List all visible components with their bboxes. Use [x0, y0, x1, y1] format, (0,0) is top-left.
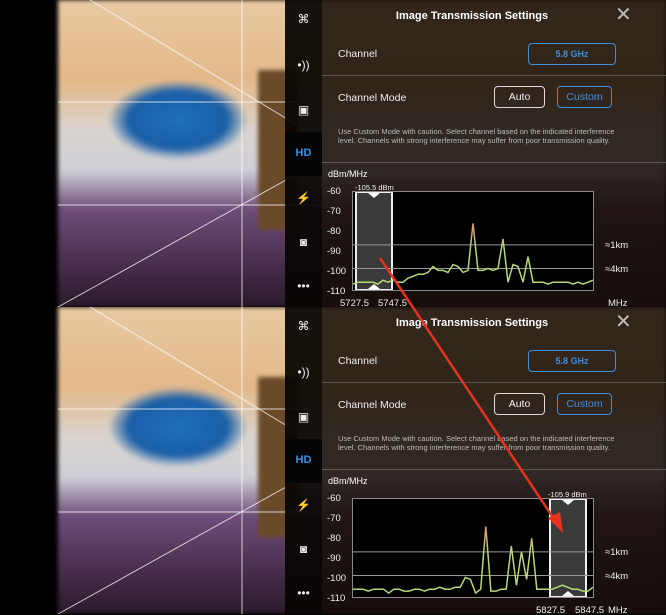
annotation-arrow — [378, 257, 563, 533]
